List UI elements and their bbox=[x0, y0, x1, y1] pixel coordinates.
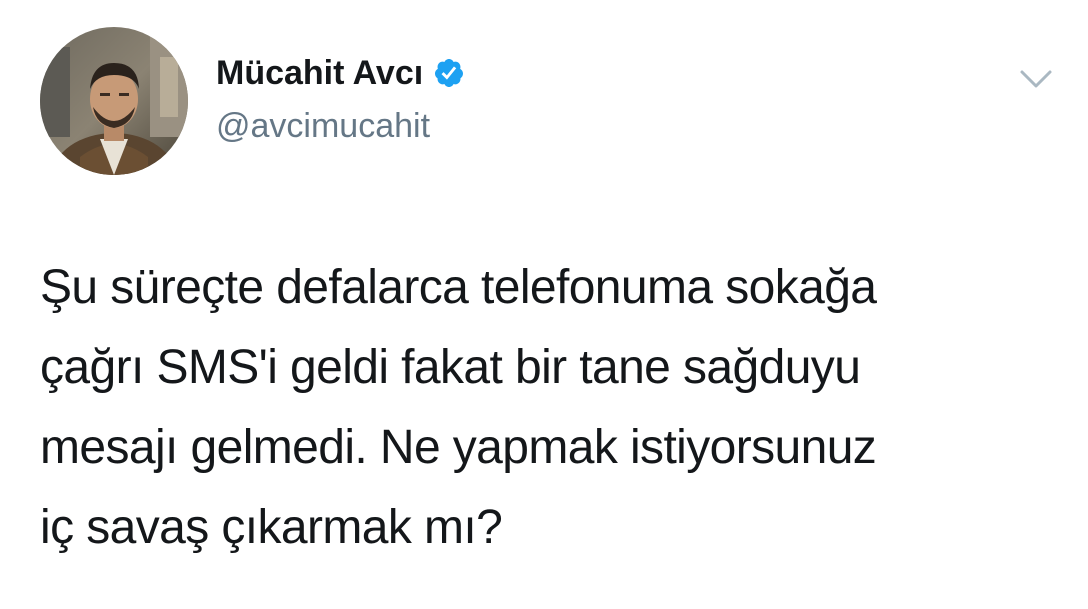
tweet-text-line: Şu süreçte defalarca telefonuma sokağa bbox=[40, 261, 877, 314]
author-name-row: Mücahit Avcı bbox=[216, 50, 465, 96]
tweet-text-line: iç savaş çıkarmak mı? bbox=[40, 501, 503, 554]
chevron-down-icon[interactable] bbox=[1016, 64, 1056, 92]
tweet-text: Şu süreçte defalarca telefonuma sokağa ç… bbox=[40, 248, 1070, 568]
tweet-text-line: mesajı gelmedi. Ne yapmak istiyorsunuz bbox=[40, 421, 877, 474]
author-display-name[interactable]: Mücahit Avcı bbox=[216, 50, 423, 96]
author-avatar[interactable] bbox=[40, 27, 188, 175]
tweet-card: Mücahit Avcı @avcimucahit Şu süreçte def… bbox=[0, 0, 1088, 609]
verified-badge-icon bbox=[433, 57, 465, 89]
avatar-photo bbox=[40, 27, 188, 175]
tweet-text-line: çağrı SMS'i geldi fakat bir tane sağduyu bbox=[40, 341, 861, 394]
author-handle[interactable]: @avcimucahit bbox=[216, 104, 430, 148]
